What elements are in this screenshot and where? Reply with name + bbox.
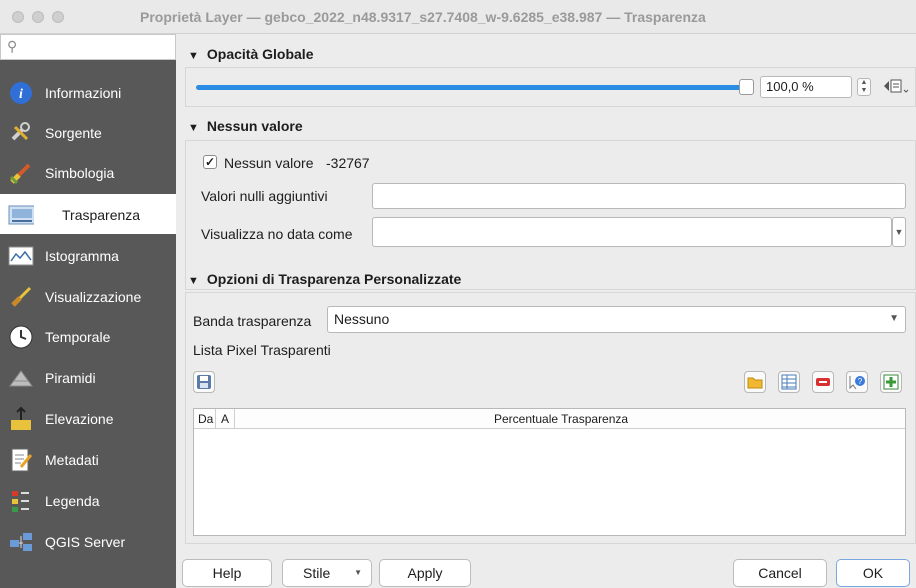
save-button[interactable] xyxy=(193,371,215,393)
column-header-da[interactable]: Da xyxy=(198,412,213,426)
sidebar-item-label: Legenda xyxy=(45,493,100,509)
sidebar-item-piramidi[interactable]: Piramidi xyxy=(0,357,176,397)
sidebar-item-label: Piramidi xyxy=(45,370,96,386)
sidebar-item-simbologia[interactable]: Simbologia xyxy=(0,152,176,192)
elevation-icon xyxy=(8,406,34,432)
style-button[interactable]: Stile ▼ xyxy=(282,559,372,587)
window-title: Proprietà Layer — gebco_2022_n48.9317_s2… xyxy=(140,9,706,25)
sidebar-item-label: Elevazione xyxy=(45,411,114,427)
display-nodata-dropdown-arrow[interactable]: ▼ xyxy=(892,217,906,247)
sidebar-item-legenda[interactable]: Legenda xyxy=(0,480,176,520)
main-panel: ▼ Opacità Globale 100,0 % ▲ ▼ ▼ Nessun valo… xyxy=(176,34,916,544)
sidebar-item-elevazione[interactable]: Elevazione xyxy=(0,398,176,438)
zoom-window-button[interactable] xyxy=(52,11,64,23)
nodata-header[interactable]: ▼ Nessun valore xyxy=(188,118,303,138)
pyramid-icon xyxy=(8,365,34,391)
clock-icon xyxy=(8,324,34,350)
ok-button[interactable]: OK xyxy=(836,559,910,587)
svg-text:i: i xyxy=(19,87,23,102)
table-view-button[interactable] xyxy=(778,371,800,393)
global-opacity-header[interactable]: ▼ Opacità Globale xyxy=(188,46,313,66)
column-separator xyxy=(234,409,235,429)
column-header-a[interactable]: A xyxy=(221,412,229,426)
minimize-window-button[interactable] xyxy=(32,11,44,23)
sidebar: ⚲ i Informazioni Sorgente Simbologia Tra… xyxy=(0,34,176,588)
remove-row-button[interactable] xyxy=(812,371,834,393)
collapse-triangle-icon: ▼ xyxy=(188,275,199,287)
search-icon: ⚲ xyxy=(7,38,18,54)
paintbrush-icon xyxy=(8,160,34,186)
opacity-value-input[interactable]: 100,0 % xyxy=(760,76,852,98)
help-button[interactable]: Help xyxy=(182,559,272,587)
opacity-slider-track[interactable] xyxy=(196,85,744,90)
opacity-stepper[interactable]: ▲ ▼ xyxy=(857,78,871,96)
display-nodata-color-button[interactable] xyxy=(372,217,892,247)
add-row-button[interactable] xyxy=(880,371,902,393)
open-folder-button[interactable] xyxy=(744,371,766,393)
sidebar-item-sorgente[interactable]: Sorgente xyxy=(0,112,176,152)
sidebar-item-label: Simbologia xyxy=(45,165,115,181)
column-header-percentuale[interactable]: Percentuale Trasparenza xyxy=(494,412,628,426)
sidebar-item-label: Sorgente xyxy=(45,125,102,141)
transparency-icon xyxy=(8,202,34,228)
histogram-icon xyxy=(8,243,34,269)
sidebar-item-label: Trasparenza xyxy=(62,207,141,223)
server-icon xyxy=(8,529,34,555)
pick-from-map-button[interactable]: ? xyxy=(846,371,868,393)
sidebar-item-label: Metadati xyxy=(45,452,99,468)
sidebar-item-label: QGIS Server xyxy=(45,534,126,550)
additional-nodata-label: Valori nulli aggiuntivi xyxy=(201,188,328,204)
opacity-slider-handle[interactable] xyxy=(739,79,754,95)
title-bar: Proprietà Layer — gebco_2022_n48.9317_s2… xyxy=(0,0,916,34)
sidebar-item-metadati[interactable]: Metadati xyxy=(0,439,176,479)
close-window-button[interactable] xyxy=(12,11,24,23)
nodata-checkbox-label: Nessun valore xyxy=(224,155,314,171)
style-button-label: Stile xyxy=(303,565,331,581)
column-separator xyxy=(215,409,216,429)
legend-icon xyxy=(8,488,34,514)
sidebar-item-label: Istogramma xyxy=(45,248,119,264)
cancel-button[interactable]: Cancel xyxy=(733,559,827,587)
nodata-value: -32767 xyxy=(326,155,370,171)
band-label: Banda trasparenza xyxy=(193,313,312,329)
chevron-down-icon: ▼ xyxy=(889,313,899,324)
sidebar-item-qgis-server[interactable]: QGIS Server xyxy=(0,521,176,561)
sidebar-item-istogramma[interactable]: Istogramma xyxy=(0,235,176,275)
sidebar-item-temporale[interactable]: Temporale xyxy=(0,316,176,356)
sidebar-item-visualizzazione[interactable]: Visualizzazione xyxy=(0,276,176,316)
apply-button[interactable]: Apply xyxy=(379,559,471,587)
sidebar-item-label: Visualizzazione xyxy=(45,289,142,305)
display-nodata-label: Visualizza no data come xyxy=(201,226,353,242)
collapse-triangle-icon: ▼ xyxy=(188,50,199,62)
additional-nodata-input[interactable] xyxy=(372,183,906,209)
custom-transparency-header[interactable]: ▼ Opzioni di Trasparenza Personalizzate xyxy=(188,271,461,291)
chevron-down-icon: ▼ xyxy=(354,568,362,577)
transparent-pixel-table[interactable]: Da A Percentuale Trasparenza xyxy=(193,408,906,536)
sidebar-search-input[interactable]: ⚲ xyxy=(0,34,176,60)
metadata-icon xyxy=(8,447,34,473)
pixel-list-label: Lista Pixel Trasparenti xyxy=(193,342,331,358)
brush-icon xyxy=(8,284,34,310)
table-header: Da A Percentuale Trasparenza xyxy=(194,409,905,429)
nodata-checkbox[interactable]: ✓ xyxy=(203,155,217,169)
band-select-value: Nessuno xyxy=(334,311,390,327)
sidebar-item-label: Temporale xyxy=(45,329,111,345)
band-select[interactable]: Nessuno ▼ xyxy=(327,306,906,333)
sidebar-item-trasparenza[interactable]: Trasparenza xyxy=(0,194,176,234)
dialog-button-bar: Help Stile ▼ Apply Cancel OK xyxy=(176,544,916,588)
sidebar-item-label: Informazioni xyxy=(45,85,122,101)
sidebar-item-informazioni[interactable]: i Informazioni xyxy=(0,72,176,112)
svg-text:?: ? xyxy=(858,377,863,386)
info-icon: i xyxy=(8,80,34,106)
tools-icon xyxy=(8,120,34,146)
collapse-triangle-icon: ▼ xyxy=(188,122,199,134)
data-defined-override-icon[interactable] xyxy=(882,76,912,98)
